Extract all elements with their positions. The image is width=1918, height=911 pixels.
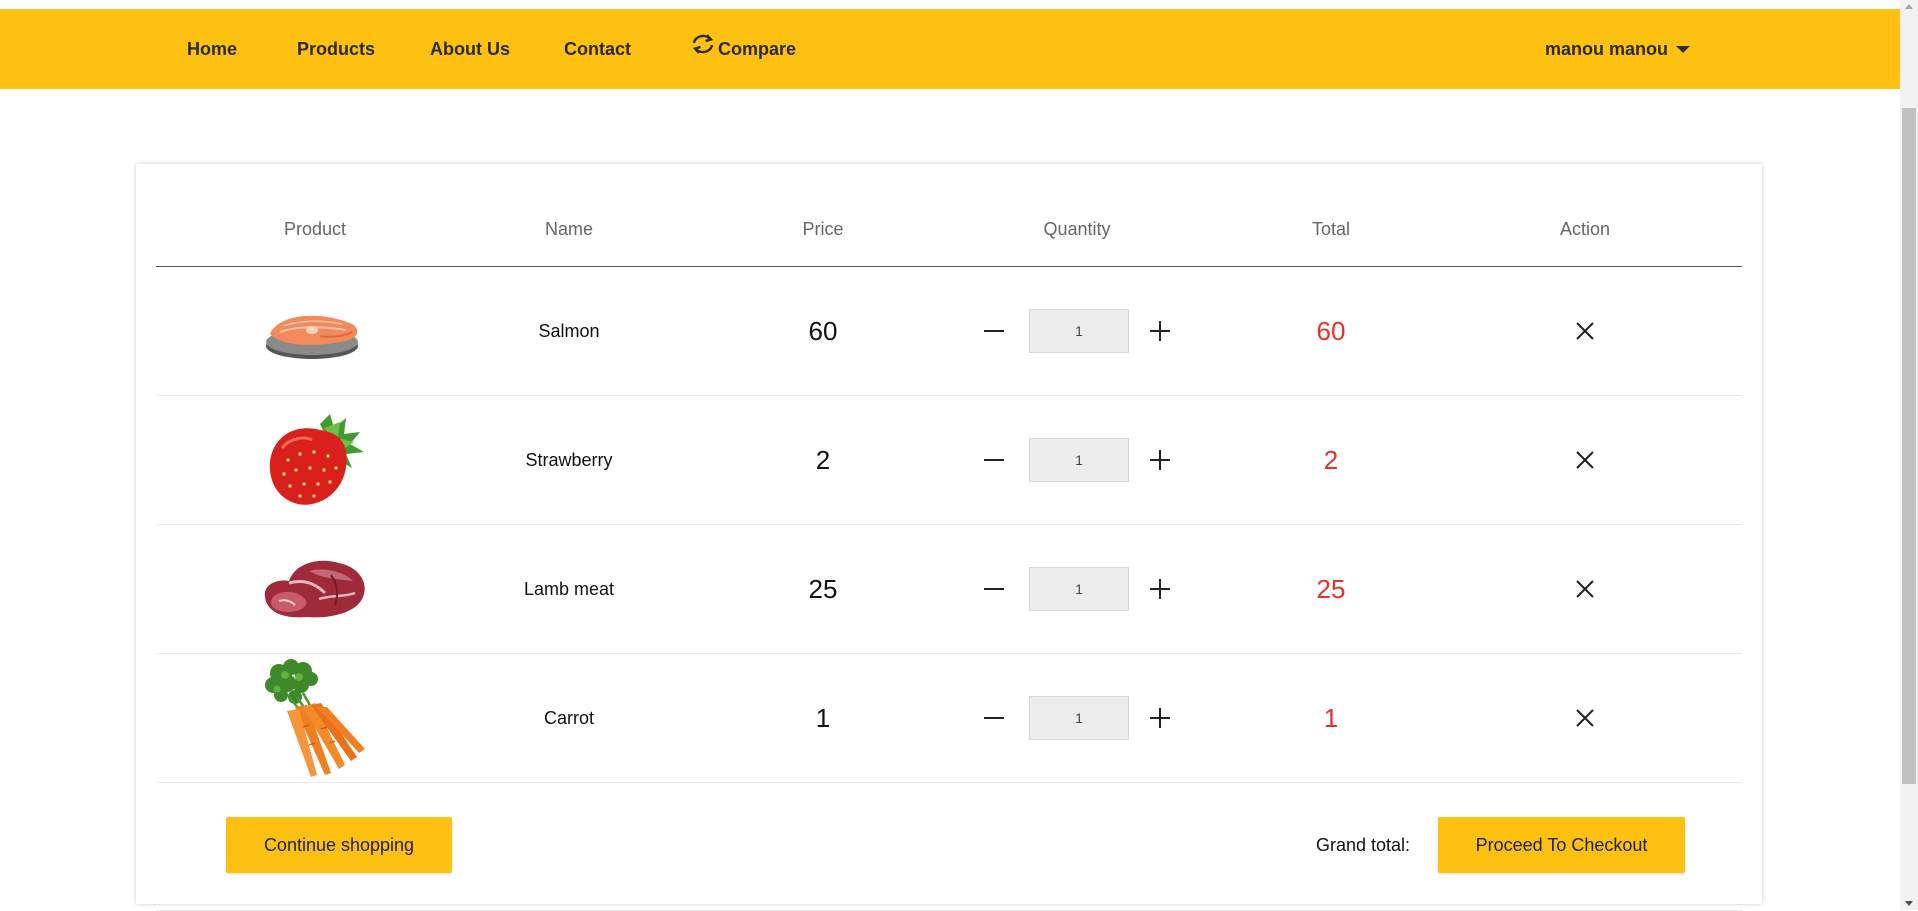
decrease-quantity-icon[interactable]	[979, 703, 1009, 733]
increase-quantity-icon[interactable]	[1145, 574, 1175, 604]
sync-icon	[690, 10, 716, 90]
increase-quantity-icon[interactable]	[1145, 445, 1175, 475]
salmon-image	[266, 315, 358, 359]
row-total: 2	[1323, 444, 1339, 475]
product-price: 60	[808, 315, 838, 346]
increase-quantity-icon[interactable]	[1145, 703, 1175, 733]
cart-table: Product Name Price Quantity Total Action	[156, 184, 1742, 911]
action-cell	[1426, 654, 1744, 782]
row-total: 25	[1316, 573, 1346, 604]
grand-total-label: Grand total:	[1316, 835, 1411, 855]
product-name: Lamb meat	[523, 578, 615, 599]
scroll-thumb[interactable]	[1902, 108, 1916, 784]
product-price: 25	[808, 573, 838, 604]
table-row: Salmon 60 60	[156, 267, 1742, 396]
table-row: Carrot 1 1	[156, 654, 1742, 783]
quantity-input[interactable]	[1029, 696, 1129, 740]
cart-card: Product Name Price Quantity Total Action	[136, 164, 1762, 911]
row-total: 1	[1323, 702, 1339, 733]
proceed-to-checkout-button[interactable]: Proceed To Checkout	[1438, 817, 1685, 873]
quantity-stepper	[979, 309, 1175, 353]
decrease-quantity-icon[interactable]	[979, 445, 1009, 475]
action-cell	[1426, 267, 1744, 395]
carrot-image	[265, 659, 365, 777]
cart-footer: Continue shopping Grand total: Proceed T…	[156, 783, 1742, 911]
page-top-strip: — ·· ····· ····	[0, 0, 1900, 9]
caret-down-icon	[1676, 45, 1690, 53]
quantity-input[interactable]	[1029, 309, 1129, 353]
product-price: 2	[815, 444, 831, 475]
product-name: Salmon	[538, 320, 600, 341]
lamb-meat-image	[264, 560, 365, 618]
navbar: Home Products About Us Contact Compare m…	[0, 9, 1900, 89]
product-name: Strawberry	[525, 449, 613, 470]
header-action: Action	[1559, 219, 1611, 239]
table-row: Strawberry 2 2	[156, 396, 1742, 525]
nav-home[interactable]: Home	[187, 9, 237, 89]
increase-quantity-icon[interactable]	[1145, 316, 1175, 346]
quantity-stepper	[979, 567, 1175, 611]
quantity-stepper	[979, 438, 1175, 482]
row-total: 60	[1316, 315, 1346, 346]
remove-item-icon[interactable]	[1575, 708, 1595, 728]
action-cell	[1426, 396, 1744, 524]
product-name: Carrot	[543, 707, 594, 728]
decrease-quantity-icon[interactable]	[979, 316, 1009, 346]
product-price: 1	[815, 702, 831, 733]
remove-item-icon[interactable]	[1575, 321, 1595, 341]
nav-products[interactable]: Products	[297, 9, 375, 89]
quantity-stepper	[979, 696, 1175, 740]
top-tagline: — ·· ····· ····	[172, 0, 232, 5]
user-menu[interactable]: manou manou	[1545, 9, 1690, 89]
nav-compare[interactable]: Compare	[690, 9, 796, 89]
quantity-input[interactable]	[1029, 438, 1129, 482]
quantity-input[interactable]	[1029, 567, 1129, 611]
action-cell	[1426, 525, 1744, 653]
remove-item-icon[interactable]	[1575, 450, 1595, 470]
page-scrollbar[interactable]	[1900, 0, 1918, 910]
nav-compare-label: Compare	[718, 39, 797, 59]
cart-table-header: Product Name Price Quantity Total Action	[156, 184, 1742, 267]
user-name: manou manou	[1544, 39, 1668, 59]
scroll-down-icon[interactable]	[1905, 901, 1913, 906]
nav-about-us[interactable]: About Us	[430, 9, 510, 89]
strawberry-image	[269, 414, 364, 505]
scroll-up-icon[interactable]	[1905, 4, 1913, 9]
continue-shopping-button[interactable]: Continue shopping	[226, 817, 452, 873]
remove-item-icon[interactable]	[1575, 579, 1595, 599]
decrease-quantity-icon[interactable]	[979, 574, 1009, 604]
nav-contact[interactable]: Contact	[564, 9, 631, 89]
table-row: Lamb meat 25 25	[156, 525, 1742, 654]
